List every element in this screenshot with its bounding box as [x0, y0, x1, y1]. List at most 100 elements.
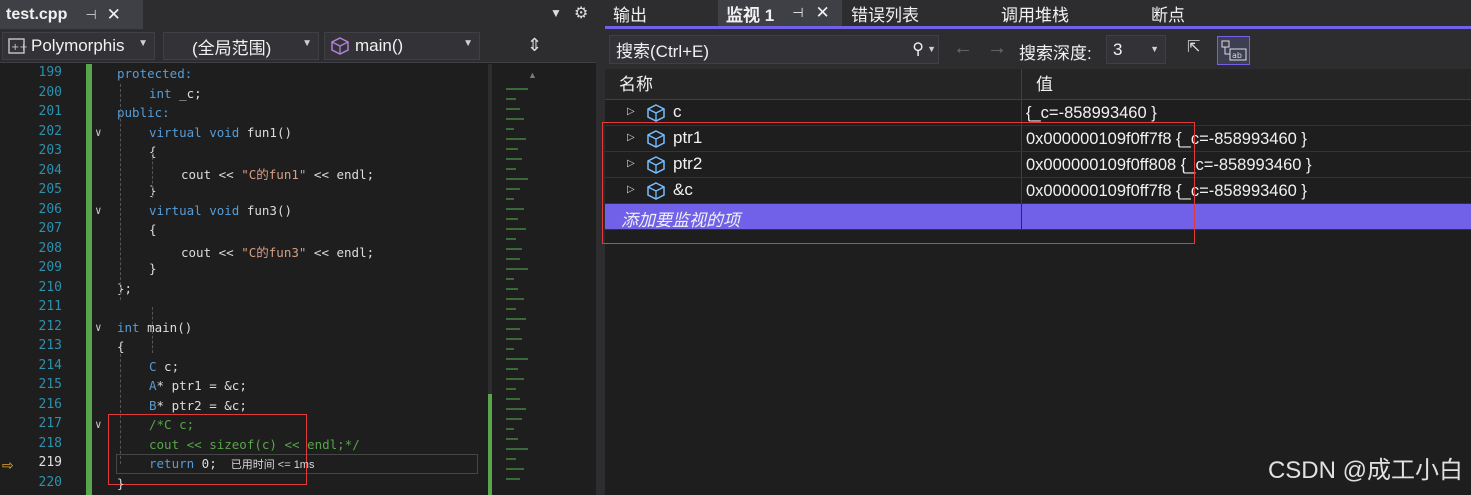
code-token: cout <<	[181, 166, 242, 182]
code-text: }	[149, 261, 157, 276]
chevron-down-icon: ▼	[463, 38, 473, 49]
code-line[interactable]: 208 cout << "C的fun3" << endl;	[0, 241, 488, 261]
search-depth-dropdown[interactable]: 3 ▼	[1106, 35, 1166, 64]
code-line[interactable]: 212 ∨ int main()	[0, 319, 488, 339]
scope-dropdown[interactable]: (全局范围) ▼	[163, 32, 319, 60]
code-token: virtual void	[149, 124, 240, 140]
panel-splitter[interactable]	[596, 0, 605, 495]
watch-name[interactable]: ptr1	[673, 128, 702, 148]
watch-value[interactable]: {_c=-858993460 }	[1022, 100, 1471, 125]
tab-dropdown-icon[interactable]: ▼	[550, 6, 562, 20]
add-watch-row[interactable]: 添加要监视的项	[605, 204, 1471, 230]
code-line[interactable]: 216 B* ptr2 = &c;	[0, 397, 488, 417]
code-token: }	[117, 475, 125, 491]
code-text: cout << "C的fun3" << endl;	[181, 242, 374, 261]
tab-breakpoints[interactable]: 断点	[1143, 0, 1251, 26]
code-text: {	[149, 222, 157, 237]
split-editor-icon[interactable]: ⇕	[527, 35, 542, 56]
code-line[interactable]: 218 cout << sizeof(c) << endl;*/	[0, 436, 488, 456]
column-header-value[interactable]: 值	[1022, 69, 1053, 99]
indent-guide	[120, 84, 121, 300]
hex-display-icon[interactable]: ab	[1217, 36, 1250, 65]
arrow-right-icon[interactable]: →	[987, 37, 1007, 60]
code-line[interactable]: 207 {	[0, 221, 488, 241]
code-token: /*C c;	[149, 417, 195, 432]
code-line[interactable]: 213 {	[0, 338, 488, 358]
arrow-left-icon[interactable]: ←	[953, 37, 973, 60]
watch-value[interactable]: 0x000000109f0ff808 {_c=-858993460 }	[1022, 152, 1471, 177]
code-token: public:	[117, 105, 170, 120]
code-line[interactable]: 203{	[0, 143, 488, 163]
expand-arrow-icon[interactable]: ▷	[627, 132, 635, 143]
gear-icon[interactable]: ⚙	[574, 3, 588, 23]
code-line[interactable]: 211	[0, 299, 488, 319]
project-dropdown[interactable]: ++ Polymorphis ▼	[2, 32, 155, 60]
code-line[interactable]: 201 public:	[0, 104, 488, 124]
tab-test-cpp[interactable]: test.cpp ⊣ ✕	[0, 0, 143, 29]
watch-name[interactable]: &c	[673, 180, 693, 200]
code-line[interactable]: 215 A* ptr1 = &c;	[0, 377, 488, 397]
code-line[interactable]: 209}	[0, 260, 488, 280]
pin-source-icon[interactable]: ⇱	[1187, 37, 1200, 57]
add-watch-placeholder[interactable]: 添加要监视的项	[621, 206, 740, 231]
fold-toggle-icon[interactable]: ∨	[95, 418, 102, 431]
minimap-line	[506, 248, 522, 250]
code-line[interactable]: 205}	[0, 182, 488, 202]
code-line[interactable]: 206 ∨ virtual void fun3()	[0, 202, 488, 222]
code-editor: test.cpp ⊣ ✕ ▼ ⚙ ++ Polymorphis ▼ (全局范围)…	[0, 0, 596, 495]
minimap-scrollbar[interactable]: ▲	[488, 64, 596, 495]
minimap-change-bar	[488, 394, 492, 495]
code-area[interactable]: ⇨ 199 protected: 200 int _c; 201 public: 202 ∨ v…	[0, 64, 488, 495]
column-header-name[interactable]: 名称	[605, 69, 1022, 99]
tab-error-list[interactable]: 错误列表	[843, 0, 989, 26]
watch-row[interactable]: ▷ ptr2 0x000000109f0ff808 {_c=-858993460 }	[605, 152, 1471, 178]
watch-name[interactable]: c	[673, 102, 682, 122]
code-line[interactable]: 217 ∨ /*C c;	[0, 416, 488, 436]
code-line[interactable]: 210};	[0, 280, 488, 300]
code-line[interactable]: 204 cout << "C的fun1" << endl;	[0, 163, 488, 183]
watch-row[interactable]: ▷ ptr1 0x000000109f0ff7f8 {_c=-858993460 }	[605, 126, 1471, 152]
chevron-down-icon[interactable]: ▼	[927, 44, 936, 54]
line-number: 199	[38, 65, 62, 80]
fold-toggle-icon[interactable]: ∨	[95, 126, 102, 139]
perf-tip[interactable]: 已用时间 <= 1ms	[231, 459, 315, 471]
code-token: << endl;	[306, 166, 375, 182]
tab-watch-1[interactable]: 监视 1 ⊣ ✕	[718, 0, 842, 26]
pin-icon[interactable]: ⊣	[792, 5, 803, 21]
close-icon[interactable]: ✕	[816, 3, 830, 23]
scroll-up-icon[interactable]: ▲	[528, 70, 537, 80]
fold-toggle-icon[interactable]: ∨	[95, 204, 102, 217]
code-line[interactable]: 219 return 0; 已用时间 <= 1ms	[0, 455, 488, 475]
minimap-line	[506, 348, 514, 350]
code-text: C c;	[149, 359, 179, 374]
watch-row[interactable]: ▷ &c 0x000000109f0ff7f8 {_c=-858993460 }	[605, 178, 1471, 204]
pin-icon[interactable]: ⊣	[85, 7, 96, 23]
search-input[interactable]: 搜索(Ctrl+E) ⚲ ▼	[609, 35, 939, 64]
close-icon[interactable]: ✕	[107, 5, 121, 25]
search-icon[interactable]: ⚲	[912, 39, 924, 59]
watch-row[interactable]: ▷ c {_c=-858993460 }	[605, 100, 1471, 126]
watch-value[interactable]: 0x000000109f0ff7f8 {_c=-858993460 }	[1022, 178, 1471, 203]
tab-output[interactable]: 输出	[605, 0, 715, 26]
code-line[interactable]: 202 ∨ virtual void fun1()	[0, 124, 488, 144]
tab-label: 断点	[1151, 5, 1185, 25]
function-dropdown[interactable]: main() ▼	[324, 32, 480, 60]
tab-label: test.cpp	[6, 5, 68, 23]
object-cube-icon	[647, 156, 665, 174]
expand-arrow-icon[interactable]: ▷	[627, 158, 635, 169]
watch-value[interactable]: 0x000000109f0ff7f8 {_c=-858993460 }	[1022, 126, 1471, 151]
watch-name[interactable]: ptr2	[673, 154, 702, 174]
code-text: {	[117, 339, 125, 354]
tab-call-stack[interactable]: 调用堆栈	[993, 0, 1139, 26]
expand-arrow-icon[interactable]: ▷	[627, 184, 635, 195]
code-text: cout << sizeof(c) << endl;*/	[149, 437, 360, 452]
code-line[interactable]: 214 C c;	[0, 358, 488, 378]
minimap-line	[506, 158, 522, 160]
line-number: 219	[38, 455, 62, 470]
code-line[interactable]: 220}	[0, 475, 488, 495]
expand-arrow-icon[interactable]: ▷	[627, 106, 635, 117]
code-line[interactable]: 200 int _c;	[0, 85, 488, 105]
chevron-down-icon: ▼	[1150, 44, 1159, 54]
fold-toggle-icon[interactable]: ∨	[95, 321, 102, 334]
code-line[interactable]: 199 protected:	[0, 65, 488, 85]
